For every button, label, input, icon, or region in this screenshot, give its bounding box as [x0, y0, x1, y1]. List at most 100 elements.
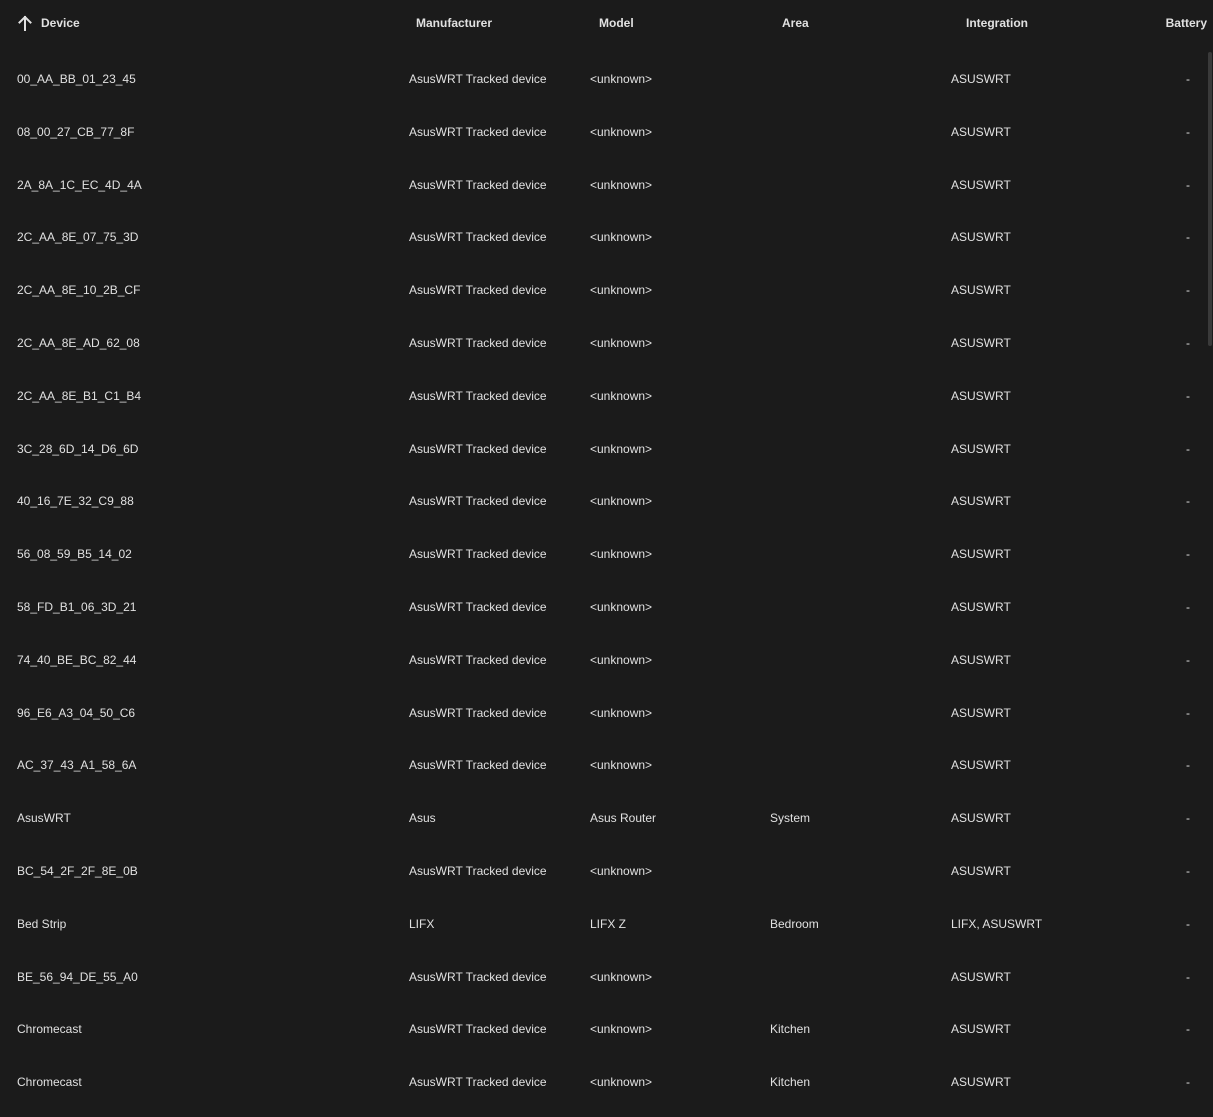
column-header-manufacturer[interactable]: Manufacturer	[416, 16, 492, 30]
integration-cell: ASUSWRT	[951, 1022, 1011, 1037]
table-row[interactable]: 2C_AA_8E_07_75_3D AsusWRT Tracked device <…	[0, 210, 1206, 263]
manufacturer-cell: AsusWRT Tracked device	[409, 652, 547, 667]
battery-cell: -	[1186, 969, 1190, 984]
device-name-cell: 2A_8A_1C_EC_4D_4A	[17, 177, 142, 192]
battery-cell: -	[1186, 758, 1190, 773]
battery-cell: -	[1186, 441, 1190, 456]
table-header: Device Manufacturer Model Area Integrati…	[0, 0, 1213, 48]
column-header-device[interactable]: Device	[41, 16, 80, 30]
device-name-cell: AC_37_43_A1_58_6A	[17, 758, 137, 773]
battery-cell: -	[1186, 177, 1190, 192]
manufacturer-cell: AsusWRT Tracked device	[409, 230, 547, 245]
model-cell: <unknown>	[590, 441, 653, 456]
manufacturer-cell: Asus	[409, 811, 436, 826]
table-row[interactable]: 2A_8A_1C_EC_4D_4A AsusWRT Tracked device <…	[0, 158, 1206, 211]
table-row[interactable]: 2C_AA_8E_B1_C1_B4 AsusWRT Tracked device <…	[0, 369, 1206, 422]
integration-cell: LIFX, ASUSWRT	[951, 916, 1043, 931]
battery-cell: -	[1186, 124, 1190, 139]
manufacturer-cell: AsusWRT Tracked device	[409, 124, 547, 139]
model-cell: Asus Router	[590, 811, 657, 826]
manufacturer-cell: AsusWRT Tracked device	[409, 600, 547, 614]
model-cell: <unknown>	[590, 547, 653, 562]
manufacturer-cell: AsusWRT Tracked device	[409, 441, 547, 456]
table-row[interactable]: BE_56_94_DE_55_A0 AsusWRT Tracked device <…	[0, 950, 1206, 1003]
table-row[interactable]: BC_54_2F_2F_8E_0B AsusWRT Tracked device <…	[0, 844, 1206, 897]
integration-cell: ASUSWRT	[951, 652, 1011, 667]
integration-cell: ASUSWRT	[951, 336, 1011, 350]
device-name-cell: 00_AA_BB_01_23_45	[17, 72, 136, 86]
table-row[interactable]: 56_08_59_B5_14_02 AsusWRT Tracked device <…	[0, 527, 1206, 580]
battery-cell: -	[1186, 916, 1190, 931]
device-name-cell: Chromecast	[17, 1075, 82, 1090]
table-row[interactable]: 00_AA_BB_01_23_45 AsusWRT Tracked device <…	[0, 52, 1206, 105]
device-name-cell: 74_40_BE_BC_82_44	[17, 652, 137, 667]
arrow-up-icon[interactable]	[16, 14, 34, 32]
table-row[interactable]: Bed Strip LIFX LIFX Z Bedroom LIFX, ASUSWRT -	[0, 897, 1206, 950]
table-row[interactable]: AsusWRT Asus Asus Router System ASUSWRT -	[0, 791, 1206, 844]
integration-cell: ASUSWRT	[951, 811, 1011, 826]
battery-cell: -	[1186, 600, 1190, 614]
column-header-integration[interactable]: Integration	[966, 16, 1028, 30]
battery-cell: -	[1186, 72, 1190, 86]
integration-cell: ASUSWRT	[951, 441, 1011, 456]
battery-cell: -	[1186, 547, 1190, 562]
column-header-model[interactable]: Model	[599, 16, 634, 30]
table-row[interactable]: AC_37_43_A1_58_6A AsusWRT Tracked device <…	[0, 738, 1206, 791]
model-cell: <unknown>	[590, 652, 653, 667]
device-name-cell: 56_08_59_B5_14_02	[17, 547, 132, 562]
manufacturer-cell: AsusWRT Tracked device	[409, 547, 547, 562]
table-row[interactable]: 40_16_7E_32_C9_88 AsusWRT Tracked device <…	[0, 474, 1206, 527]
area-cell: Bedroom	[770, 916, 819, 931]
integration-cell: ASUSWRT	[951, 283, 1011, 298]
manufacturer-cell: AsusWRT Tracked device	[409, 283, 547, 298]
battery-cell: -	[1186, 864, 1190, 878]
column-header-battery[interactable]: Battery	[1166, 16, 1207, 30]
column-header-area[interactable]: Area	[782, 16, 809, 30]
manufacturer-cell: AsusWRT Tracked device	[409, 864, 547, 878]
table-row[interactable]: 96_E6_A3_04_50_C6 AsusWRT Tracked device <…	[0, 686, 1206, 739]
integration-cell: ASUSWRT	[951, 969, 1011, 984]
integration-cell: ASUSWRT	[951, 864, 1011, 878]
battery-cell: -	[1186, 652, 1190, 667]
model-cell: <unknown>	[590, 388, 653, 403]
battery-cell: -	[1186, 283, 1190, 298]
integration-cell: ASUSWRT	[951, 758, 1011, 773]
table-row[interactable]: 08_00_27_CB_77_8F AsusWRT Tracked device <…	[0, 105, 1206, 158]
battery-cell: -	[1186, 811, 1190, 826]
device-name-cell: AsusWRT	[17, 811, 71, 826]
model-cell: <unknown>	[590, 177, 653, 192]
table-row[interactable]: 2C_AA_8E_AD_62_08 AsusWRT Tracked device <…	[0, 316, 1206, 369]
table-row[interactable]: Chromecast AsusWRT Tracked device <unknown…	[0, 1002, 1206, 1055]
device-name-cell: 3C_28_6D_14_D6_6D	[17, 441, 139, 456]
model-cell: <unknown>	[590, 864, 653, 878]
table-row[interactable]: 58_FD_B1_06_3D_21 AsusWRT Tracked device <…	[0, 580, 1206, 633]
manufacturer-cell: AsusWRT Tracked device	[409, 177, 547, 192]
integration-cell: ASUSWRT	[951, 177, 1011, 192]
manufacturer-cell: AsusWRT Tracked device	[409, 969, 547, 984]
manufacturer-cell: AsusWRT Tracked device	[409, 758, 547, 773]
model-cell: <unknown>	[590, 494, 653, 509]
device-name-cell: 96_E6_A3_04_50_C6	[17, 705, 136, 720]
table-row[interactable]: 74_40_BE_BC_82_44 AsusWRT Tracked device <…	[0, 633, 1206, 686]
scrollbar-thumb[interactable]	[1208, 52, 1212, 346]
integration-cell: ASUSWRT	[951, 72, 1011, 86]
integration-cell: ASUSWRT	[951, 600, 1011, 614]
manufacturer-cell: AsusWRT Tracked device	[409, 494, 547, 509]
integration-cell: ASUSWRT	[951, 494, 1011, 509]
device-name-cell: Bed Strip	[17, 916, 67, 931]
model-cell: <unknown>	[590, 969, 653, 984]
manufacturer-cell: AsusWRT Tracked device	[409, 72, 547, 86]
area-cell: Kitchen	[770, 1022, 811, 1037]
device-name-cell: 08_00_27_CB_77_8F	[17, 124, 135, 139]
area-cell: Kitchen	[770, 1075, 811, 1090]
devices-table: Device Manufacturer Model Area Integrati…	[0, 0, 1213, 1117]
integration-cell: ASUSWRT	[951, 547, 1011, 562]
table-body: 00_AA_BB_01_23_45 AsusWRT Tracked device <…	[0, 52, 1206, 1117]
device-name-cell: 2C_AA_8E_B1_C1_B4	[17, 388, 142, 403]
table-row[interactable]: Chromecast AsusWRT Tracked device <unknown…	[0, 1055, 1206, 1108]
battery-cell: -	[1186, 388, 1190, 403]
table-row[interactable]: 2C_AA_8E_10_2B_CF AsusWRT Tracked device <…	[0, 263, 1206, 316]
device-name-cell: 58_FD_B1_06_3D_21	[17, 600, 137, 614]
manufacturer-cell: AsusWRT Tracked device	[409, 1075, 547, 1090]
table-row[interactable]: 3C_28_6D_14_D6_6D AsusWRT Tracked device <…	[0, 422, 1206, 475]
